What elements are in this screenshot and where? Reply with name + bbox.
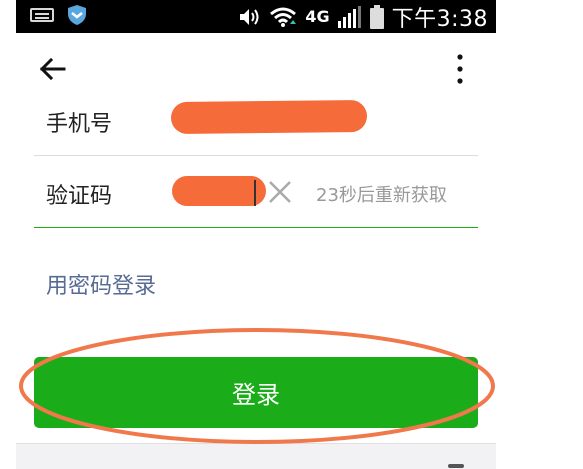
phone-input-redacted[interactable] xyxy=(170,99,368,135)
code-input-redacted[interactable] xyxy=(172,176,266,206)
close-icon[interactable] xyxy=(266,178,294,206)
signal-icon xyxy=(337,5,361,28)
volume-icon xyxy=(240,8,259,25)
divider xyxy=(34,155,478,156)
keyboard-icon xyxy=(30,8,54,22)
shield-icon xyxy=(68,5,86,25)
status-time: 下午3:38 xyxy=(391,6,488,32)
login-button-label: 登录 xyxy=(232,381,280,409)
wifi-icon xyxy=(270,7,297,27)
battery-icon xyxy=(369,4,384,29)
text-cursor xyxy=(254,180,256,206)
arrow-left-icon[interactable] xyxy=(38,55,66,83)
minimize-icon xyxy=(448,464,464,468)
code-input-underline xyxy=(34,227,478,228)
code-label: 验证码 xyxy=(46,184,113,209)
resend-countdown: 23秒后重新获取 xyxy=(316,185,447,206)
login-button[interactable]: 登录 xyxy=(34,357,478,428)
password-login-link[interactable]: 用密码登录 xyxy=(46,268,156,300)
phone-screen: 4G 下午3:38 手机号 验证码 23秒后重新获取 用密码登录 登录 xyxy=(16,0,496,469)
phone-label: 手机号 xyxy=(46,112,113,137)
more-vertical-icon[interactable] xyxy=(452,52,468,86)
status-bar: 4G 下午3:38 xyxy=(16,0,496,33)
network-type: 4G xyxy=(305,7,330,26)
bottom-bar xyxy=(16,443,496,469)
